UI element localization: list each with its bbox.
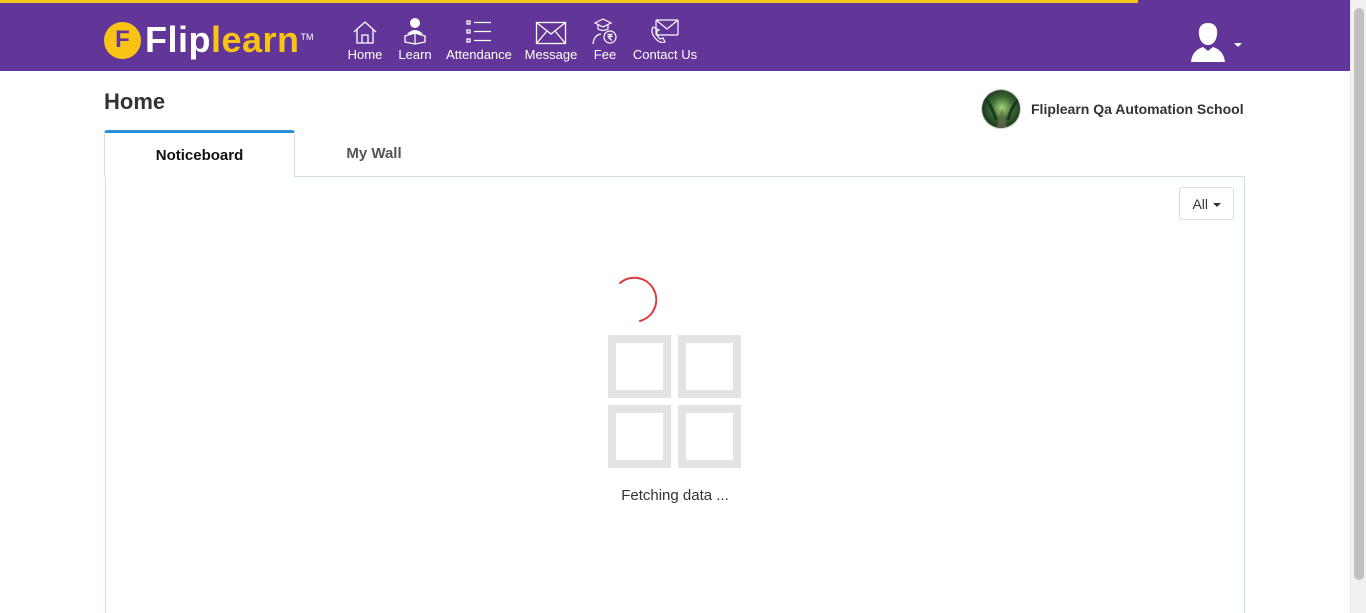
- school-logo-image: [981, 89, 1021, 129]
- nav-item-message[interactable]: Message: [518, 18, 584, 62]
- top-header: F Fliplearn TM Home Learn Attendance Mes…: [0, 0, 1350, 71]
- nav-item-home[interactable]: Home: [340, 18, 390, 62]
- user-avatar-icon: [1188, 20, 1228, 67]
- attendance-list-icon: [465, 18, 493, 45]
- loading-spinner-icon: [610, 274, 662, 331]
- loader-tile: [678, 335, 741, 398]
- caret-down-icon: [1234, 42, 1242, 47]
- school-name: Fliplearn Qa Automation School: [1031, 101, 1244, 117]
- home-icon: [352, 18, 378, 45]
- chevron-down-icon: [1213, 202, 1221, 207]
- filter-dropdown[interactable]: All: [1179, 187, 1234, 220]
- loader-tile: [608, 335, 671, 398]
- user-menu[interactable]: [1188, 20, 1242, 67]
- scrollbar-thumb[interactable]: [1354, 8, 1364, 580]
- page-title: Home: [104, 89, 166, 114]
- fliplearn-logo[interactable]: F Fliplearn TM: [104, 20, 314, 60]
- nav-item-fee[interactable]: Fee: [584, 18, 626, 62]
- logo-trademark: TM: [300, 32, 314, 42]
- logo-badge-icon: F: [104, 21, 141, 59]
- nav-item-contact-us[interactable]: Contact Us: [626, 18, 704, 62]
- school-info: Fliplearn Qa Automation School: [981, 89, 1244, 129]
- nav-item-attendance[interactable]: Attendance: [440, 18, 518, 62]
- main-nav: Home Learn Attendance Message Fee Contac…: [340, 18, 704, 62]
- loader-tile: [608, 405, 671, 468]
- noticeboard-panel: All Fetching data ...: [105, 176, 1245, 613]
- filter-selected-value: All: [1192, 195, 1208, 212]
- nav-item-learn[interactable]: Learn: [390, 18, 440, 62]
- learn-icon: [402, 18, 428, 45]
- page-scrollbar[interactable]: [1350, 0, 1366, 613]
- logo-wordmark: Fliplearn: [145, 19, 300, 60]
- app-page: F Fliplearn TM Home Learn Attendance Mes…: [0, 0, 1366, 613]
- phone-envelope-icon: [650, 18, 680, 45]
- tab-noticeboard[interactable]: Noticeboard: [104, 130, 295, 177]
- tab-my-wall[interactable]: My Wall: [295, 130, 453, 177]
- loader-tile: [678, 405, 741, 468]
- loading-grid-icon: [608, 335, 742, 469]
- loading-status-text: Fetching data ...: [621, 487, 729, 504]
- home-tabs: Noticeboard My Wall: [104, 130, 453, 177]
- envelope-icon: [535, 18, 567, 45]
- fee-rupee-icon: [591, 18, 619, 45]
- page-loading-bar: [0, 0, 1138, 3]
